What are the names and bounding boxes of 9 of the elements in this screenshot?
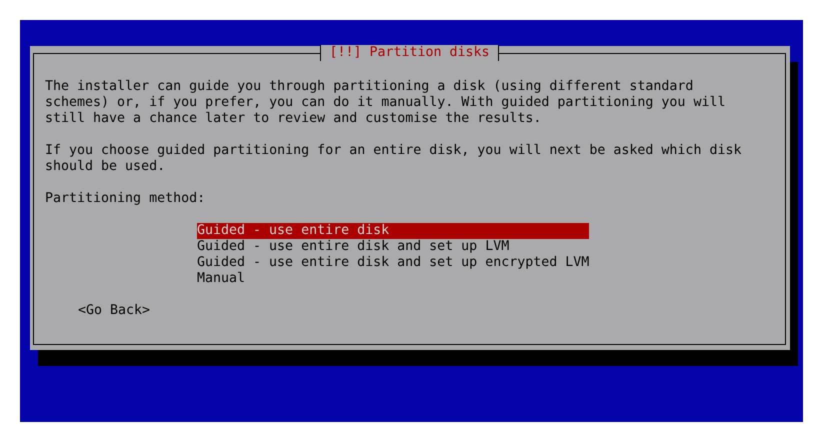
prompt-label: Partitioning method: xyxy=(45,191,206,207)
menu-option[interactable]: Manual xyxy=(197,271,589,287)
dialog-title: [!!] Partition disks xyxy=(320,45,499,61)
menu-option[interactable]: Guided - use entire disk and set up LVM xyxy=(197,239,589,255)
description-paragraph: If you choose guided partitioning for an entire disk, you will next be asked which disk should be used. xyxy=(45,143,742,175)
menu-option[interactable]: Guided - use entire disk and set up encrypted LVM xyxy=(197,255,589,271)
go-back-button[interactable]: <Go Back> xyxy=(78,303,150,319)
menu-option[interactable]: Guided - use entire disk xyxy=(197,223,589,239)
description-paragraph: The installer can guide you through partitioning a disk (using different standard schemes) or, if you prefer, you can do it manually. With guided partitioning you will still have a chance later to review and customise the results. xyxy=(45,79,726,127)
